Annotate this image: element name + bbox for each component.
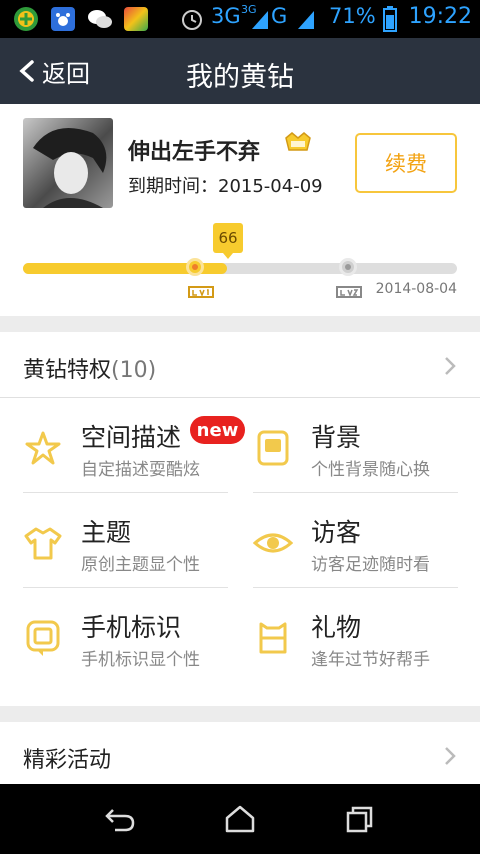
level-indicator: 66 <box>213 223 243 259</box>
alarm-icon <box>182 10 202 30</box>
privilege-subtitle: 手机标识显个性 <box>81 650 200 670</box>
privilege-subtitle: 原创主题显个性 <box>81 555 200 575</box>
picture-frame-icon <box>257 430 289 466</box>
privilege-subtitle: 逢年过节好帮手 <box>311 650 430 670</box>
level-progress-bar <box>23 263 457 274</box>
app-store-notification-icon <box>124 7 148 31</box>
app-header: 返回 我的黄钻 <box>0 38 480 104</box>
privileges-header[interactable]: 黄钻特权(10) <box>0 332 480 398</box>
star-icon <box>25 431 61 465</box>
network-type-2: G <box>271 4 288 28</box>
privileges-title: 黄钻特权(10) <box>23 352 156 384</box>
chevron-right-icon <box>445 357 456 375</box>
privilege-subtitle: 访客足迹随时看 <box>311 555 430 575</box>
privilege-item-gift[interactable]: 礼物 逢年过节好帮手 <box>253 588 458 683</box>
next-level-marker <box>339 258 357 276</box>
new-badge: new <box>190 416 245 444</box>
privilege-item-visitors[interactable]: 访客 访客足迹随时看 <box>253 493 458 588</box>
expiry-date: 到期时间：2015-04-09 <box>128 176 323 197</box>
privilege-title: 礼物 <box>311 613 362 642</box>
privilege-item-phone-tag[interactable]: 手机标识 手机标识显个性 <box>23 588 228 683</box>
gift-icon <box>259 622 287 654</box>
next-level-badge <box>336 284 362 303</box>
current-level-marker <box>186 258 204 276</box>
activities-row[interactable]: 精彩活动 <box>0 722 480 784</box>
network-type: 3G <box>211 4 241 28</box>
profile-card: 伸出左手不弃 到期时间：2015-04-09 续费 66 2014-08-04 <box>0 104 480 316</box>
privileges-count: (10) <box>111 358 157 383</box>
tshirt-icon <box>24 527 62 560</box>
recent-apps-nav-icon[interactable] <box>343 804 377 834</box>
privileges-grid: 空间描述 自定描述耍酷炫 new 背景 个性背景随心换 主题 原创主题显个性 访… <box>0 398 480 706</box>
baidu-notification-icon <box>51 7 75 31</box>
system-nav-bar <box>0 784 480 854</box>
privilege-item-theme[interactable]: 主题 原创主题显个性 <box>23 493 228 588</box>
privilege-title: 访客 <box>311 518 362 547</box>
username: 伸出左手不弃 <box>128 140 261 165</box>
privilege-item-description[interactable]: 空间描述 自定描述耍酷炫 new <box>23 398 245 493</box>
current-level-badge <box>188 284 214 303</box>
renew-button[interactable]: 续费 <box>355 133 457 193</box>
activities-title: 精彩活动 <box>23 748 112 773</box>
privilege-title: 空间描述 <box>81 423 182 452</box>
chevron-right-icon <box>445 747 456 765</box>
privilege-title: 主题 <box>81 518 132 547</box>
app-notification-icon <box>14 7 38 31</box>
privilege-subtitle: 自定描述耍酷炫 <box>81 460 200 480</box>
privilege-title: 手机标识 <box>81 613 182 642</box>
privilege-subtitle: 个性背景随心换 <box>311 460 430 480</box>
signal-icon-2 <box>298 11 314 29</box>
next-level-date: 2014-08-04 <box>375 281 457 297</box>
status-bar: 3G 3G G 71% 19:22 <box>0 0 480 38</box>
privilege-title: 背景 <box>311 423 362 452</box>
privilege-item-background[interactable]: 背景 个性背景随心换 <box>253 398 458 493</box>
page-title: 我的黄钻 <box>186 62 294 93</box>
eye-icon <box>253 533 293 553</box>
battery-icon <box>383 6 397 32</box>
home-nav-icon[interactable] <box>223 804 257 834</box>
avatar[interactable] <box>23 118 113 208</box>
wechat-notification-icon <box>87 7 112 31</box>
privileges-title-text: 黄钻特权 <box>23 358 112 383</box>
battery-percent: 71% <box>329 4 376 28</box>
vip-crown-icon <box>283 130 313 160</box>
clock: 19:22 <box>408 4 472 29</box>
phone-tag-icon <box>26 620 60 656</box>
back-nav-icon[interactable] <box>103 804 137 834</box>
signal-icon <box>252 11 268 29</box>
